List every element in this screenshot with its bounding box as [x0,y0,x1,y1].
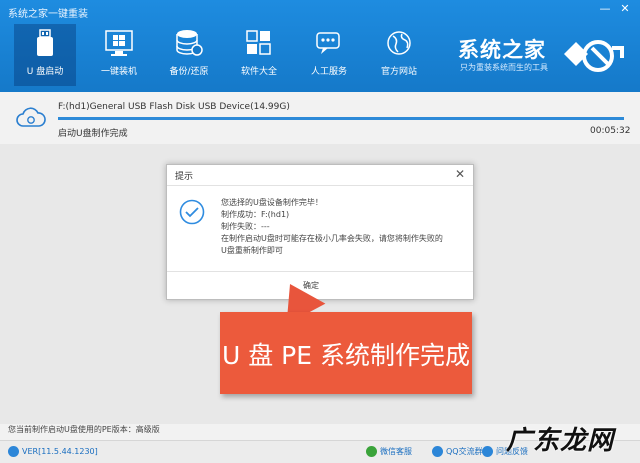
version-label: VER[11.5.44.1230] [22,447,98,456]
callout-text: U 盘 PE 系统制作完成 [221,341,470,370]
close-window-button[interactable]: ✕ [616,2,634,16]
brand-tagline: 只为重装系统而生的工具 [460,63,548,72]
nav-item-support[interactable]: 人工服务 [298,24,360,86]
pe-version-notice: 您当前制作启动U盘使用的PE版本：高级版 [8,425,160,434]
dialog-title: 提示 [175,172,194,182]
header-bar: 系统之家一键重装 — ✕ U 盘启动 一键装机 备份/还原 软件大全 人工服务 … [0,0,640,92]
chat-bubble-icon [316,32,340,54]
dialog-titlebar: 提示 ✕ [167,165,473,186]
nav-label: 人工服务 [310,67,347,77]
nav-item-usb-boot[interactable]: U 盘启动 [14,24,76,86]
app-grid-icon [246,30,271,55]
callout-banner: U 盘 PE 系统制作完成 [220,312,472,394]
progress-bar [58,117,624,120]
version-icon [8,446,19,457]
dialog-close-button[interactable]: ✕ [455,167,465,181]
device-name: F:(hd1)General USB Flash Disk USB Device… [58,102,290,112]
wechat-icon [366,446,377,457]
feedback-icon [482,446,493,457]
windows-logo-icon [105,30,133,56]
dialog-line: 在制作启动U盘时可能存在极小几率会失败，请您将制作失败的 [221,234,443,243]
usb-drive-icon [37,29,53,56]
nav-label: 官方网站 [380,67,417,77]
dialog-line: 您选择的U盘设备制作完毕！ [221,198,323,207]
brand-logo-icon [564,40,624,72]
watermark: 广东龙网 [506,426,615,456]
app-window: 系统之家一键重装 — ✕ U 盘启动 一键装机 备份/还原 软件大全 人工服务 … [0,0,640,463]
minimize-button[interactable]: — [596,2,614,16]
nav-label: 备份/还原 [169,67,209,77]
nav-item-backup-restore[interactable]: 备份/还原 [158,24,220,86]
qq-group-link[interactable]: QQ交流群 [446,446,483,457]
device-row: F:(hd1)General USB Flash Disk USB Device… [0,92,640,145]
dialog-line: 制作成功：F:(hd1) [221,210,290,219]
window-title: 系统之家一键重装 [8,9,88,20]
brand-name: 系统之家 [458,38,546,62]
globe-icon [387,31,411,55]
nav-item-software[interactable]: 软件大全 [228,24,290,86]
nav-item-website[interactable]: 官方网站 [368,24,430,86]
qq-icon [432,446,443,457]
nav-item-one-click-install[interactable]: 一键装机 [88,24,150,86]
nav-label: U 盘启动 [26,67,64,77]
progress-fill [58,117,624,120]
device-status: 启动U盘制作完成 [58,129,128,139]
nav-label: 软件大全 [240,67,277,77]
dialog-line: U盘重新制作即可 [221,246,283,255]
success-check-icon [179,199,205,225]
nav-label: 一键装机 [100,67,137,77]
database-backup-icon [176,30,203,56]
dialog-message: 您选择的U盘设备制作完毕！ 制作成功：F:(hd1) 制作失败：--- 在制作启… [221,197,443,257]
prompt-dialog: 提示 ✕ 您选择的U盘设备制作完毕！ 制作成功：F:(hd1) 制作失败：---… [166,164,474,300]
wechat-support-link[interactable]: 微信客服 [380,446,412,457]
elapsed-time: 00:05:32 [590,126,631,136]
cloud-disk-icon [16,107,46,127]
dialog-line: 制作失败：--- [221,222,270,231]
